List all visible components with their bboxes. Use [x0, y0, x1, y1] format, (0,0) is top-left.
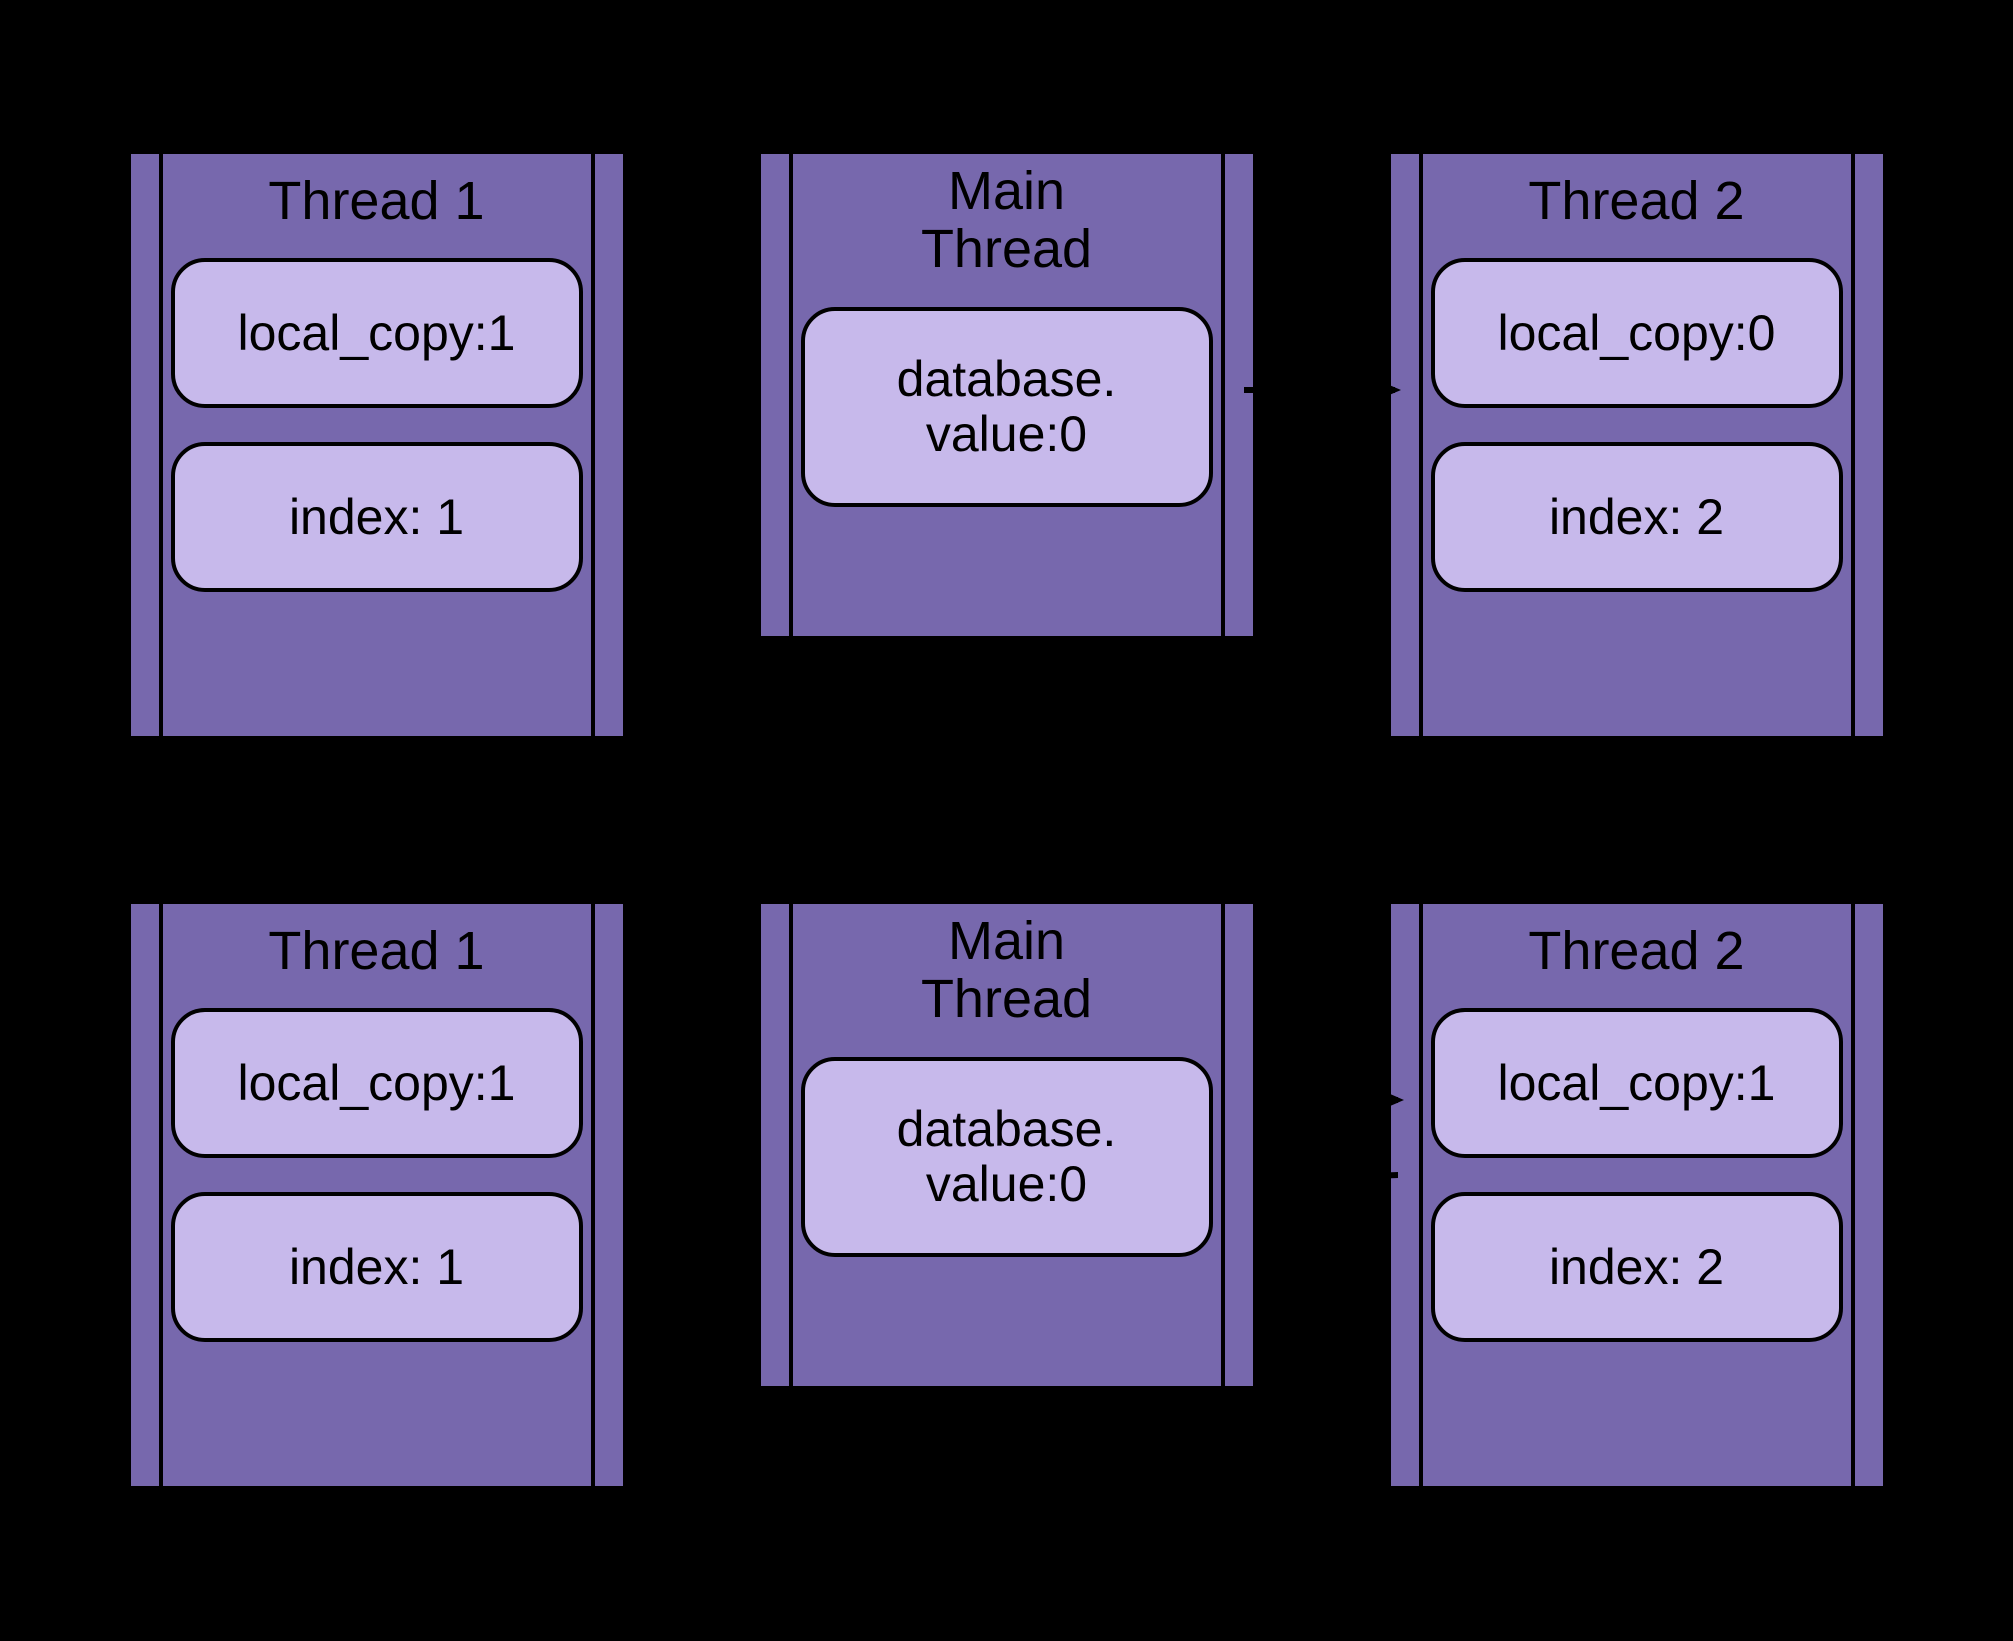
thread2-local-copy: local_copy:0	[1431, 258, 1843, 408]
thread1-title: Thread 1	[171, 172, 583, 230]
main-thread-title: MainThread	[801, 162, 1213, 279]
diagram-row-1: Thread 1 local_copy:1 index: 1 MainThrea…	[0, 150, 2013, 740]
main-thread-box: MainThread database.value:0	[757, 900, 1257, 1390]
thread2-box: Thread 2 local_copy:1 index: 2	[1387, 900, 1887, 1490]
thread2-index: index: 2	[1431, 442, 1843, 592]
diagram-row-2: Thread 1 local_copy:1 index: 1 MainThrea…	[0, 900, 2013, 1490]
thread2-title: Thread 2	[1431, 922, 1843, 980]
database-value: database.value:0	[801, 307, 1213, 507]
thread1-title: Thread 1	[171, 922, 583, 980]
thread2-box: Thread 2 local_copy:0 index: 2	[1387, 150, 1887, 740]
thread1-local-copy: local_copy:1	[171, 258, 583, 408]
main-thread-title: MainThread	[801, 912, 1213, 1029]
main-thread-box: MainThread database.value:0	[757, 150, 1257, 640]
thread2-index: index: 2	[1431, 1192, 1843, 1342]
thread1-box: Thread 1 local_copy:1 index: 1	[127, 900, 627, 1490]
thread2-title: Thread 2	[1431, 172, 1843, 230]
thread1-box: Thread 1 local_copy:1 index: 1	[127, 150, 627, 740]
thread1-index: index: 1	[171, 1192, 583, 1342]
thread2-local-copy: local_copy:1	[1431, 1008, 1843, 1158]
thread1-index: index: 1	[171, 442, 583, 592]
database-value: database.value:0	[801, 1057, 1213, 1257]
thread1-local-copy: local_copy:1	[171, 1008, 583, 1158]
